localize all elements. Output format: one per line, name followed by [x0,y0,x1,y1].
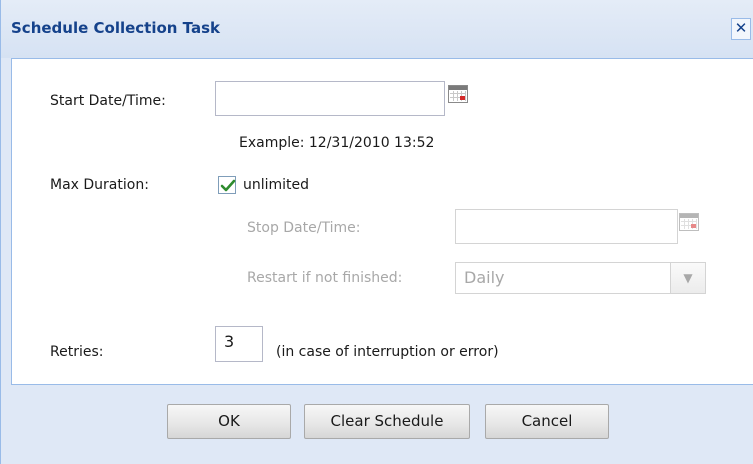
max-duration-label: Max Duration: [50,177,149,193]
retries-label: Retries: [50,344,104,360]
start-calendar-icon[interactable] [448,85,468,103]
retries-input[interactable]: 3 [215,326,263,362]
form-panel: Start Date/Time: Example: 12/31/2010 13:… [11,58,753,385]
start-datetime-input[interactable] [215,81,445,116]
unlimited-checkbox[interactable] [218,176,236,194]
start-datetime-example: Example: 12/31/2010 13:52 [239,135,435,151]
unlimited-label: unlimited [243,177,310,193]
dialog-title: Schedule Collection Task [11,19,221,37]
clear-schedule-button[interactable]: Clear Schedule [304,404,470,439]
restart-select[interactable]: Daily [455,262,673,294]
retries-note: (in case of interruption or error) [276,344,499,360]
close-icon: ✕ [734,19,748,37]
cancel-button[interactable]: Cancel [485,404,609,439]
stop-datetime-input[interactable] [455,209,678,244]
checkmark-icon [220,179,236,192]
start-datetime-label: Start Date/Time: [50,93,166,109]
chevron-down-icon: ▼ [683,271,693,285]
ok-button[interactable]: OK [167,404,291,439]
schedule-dialog: Schedule Collection Task ✕ Start Date/Ti… [0,0,753,464]
dialog-titlebar[interactable]: Schedule Collection Task ✕ [1,0,753,58]
stop-datetime-label: Stop Date/Time: [247,220,361,236]
stop-calendar-icon[interactable] [679,213,699,231]
restart-select-trigger[interactable]: ▼ [670,262,706,294]
close-button[interactable]: ✕ [731,18,751,40]
restart-label: Restart if not finished: [247,270,403,286]
